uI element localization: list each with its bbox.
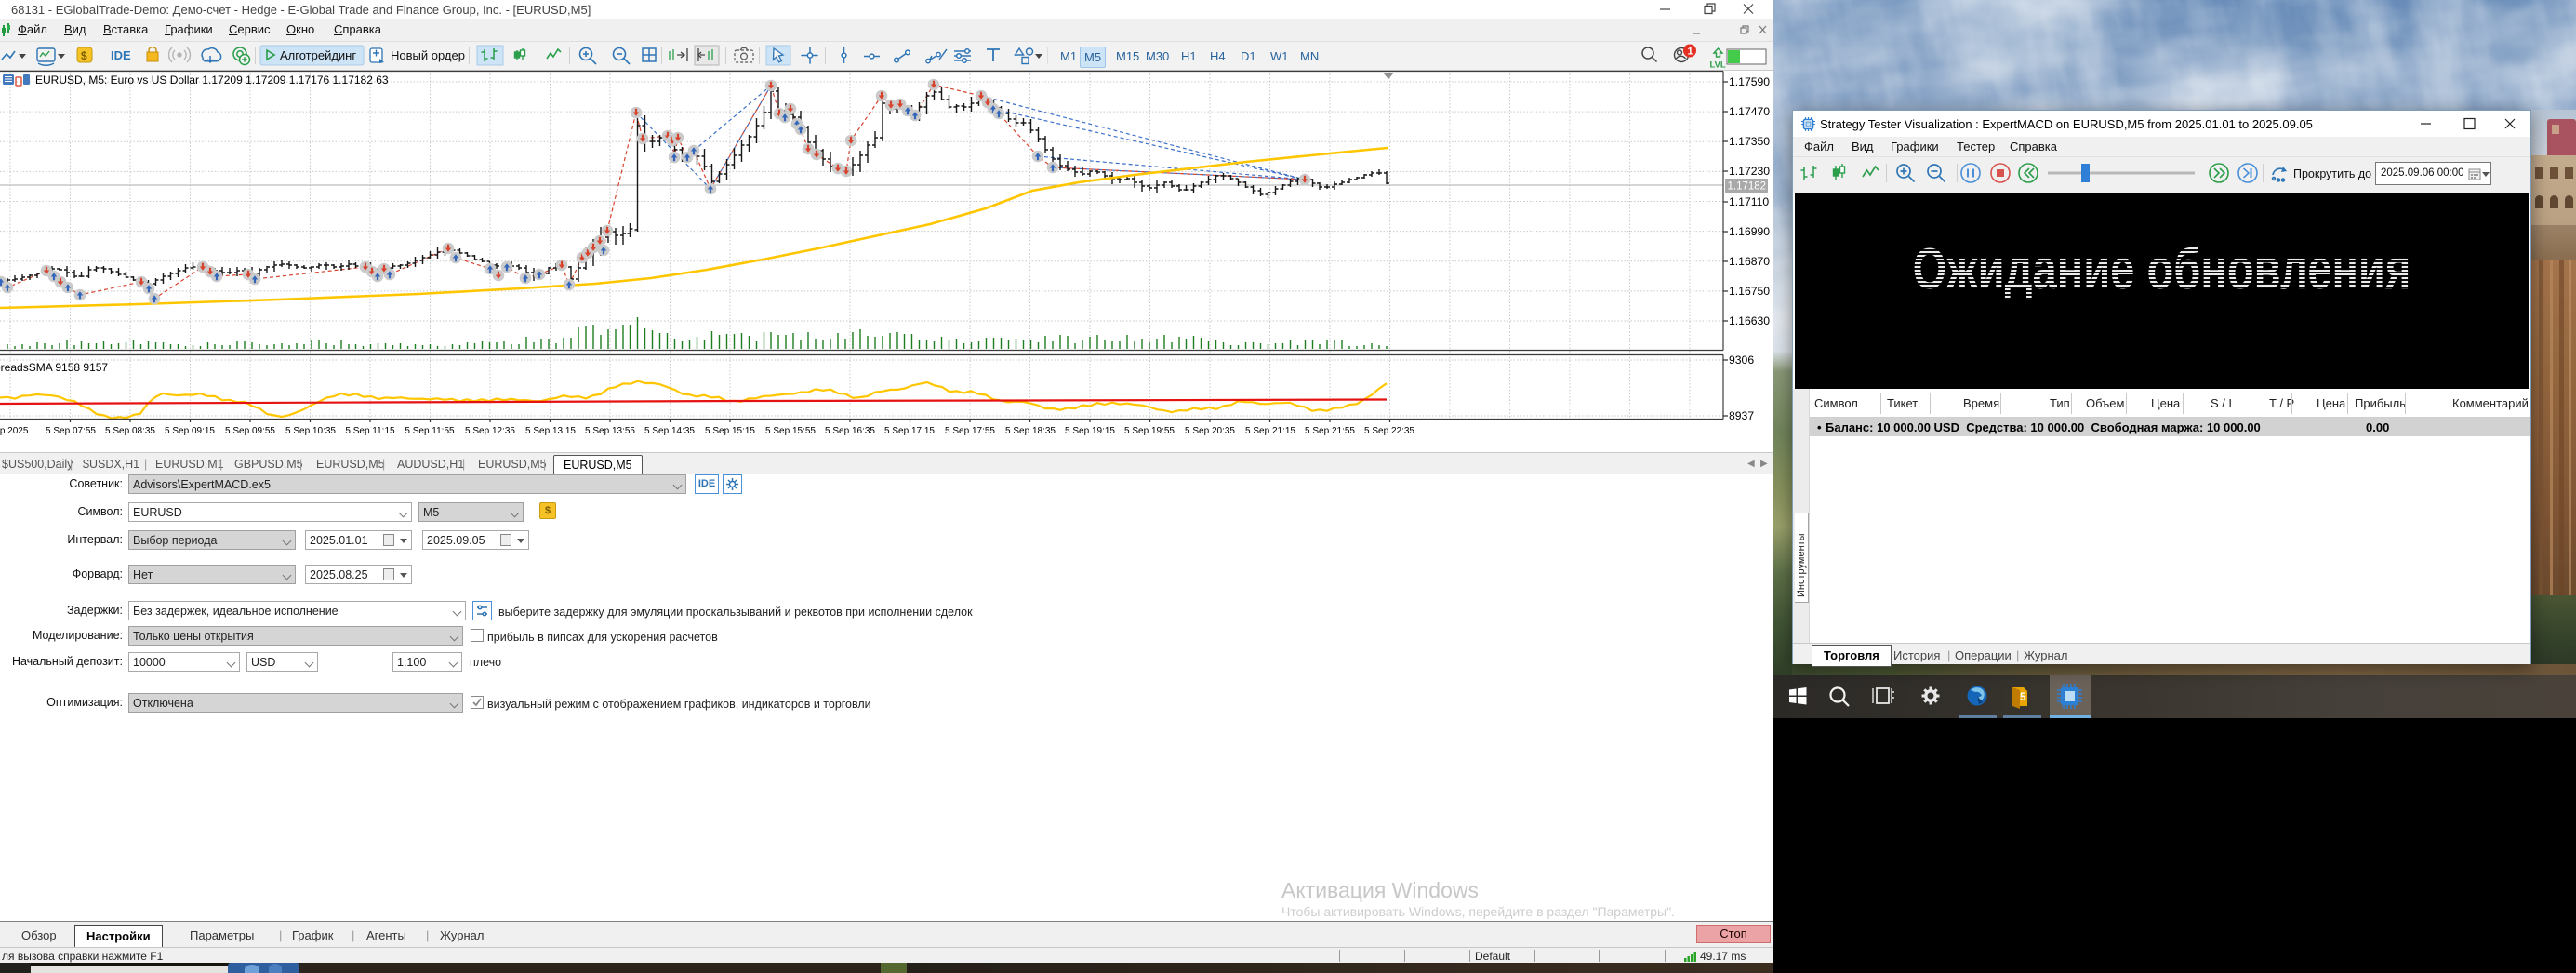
svg-text:1.16750: 1.16750: [1729, 285, 1770, 298]
svg-text:5 Sep 22:35: 5 Sep 22:35: [1364, 426, 1414, 436]
svg-text:8937: 8937: [1729, 409, 1754, 422]
svg-text:$: $: [81, 49, 87, 62]
svg-text:5 Sep 13:15: 5 Sep 13:15: [525, 426, 576, 436]
svg-text:5 Sep 17:55: 5 Sep 17:55: [945, 426, 995, 436]
svg-text:5 Sep 16:35: 5 Sep 16:35: [825, 426, 875, 436]
svg-text:5: 5: [2020, 690, 2026, 703]
svg-text:Sep 2025: Sep 2025: [0, 426, 29, 436]
svg-text:1.17350: 1.17350: [1729, 135, 1770, 148]
svg-text:1.16990: 1.16990: [1729, 225, 1770, 238]
svg-text:1.17230: 1.17230: [1729, 165, 1770, 178]
svg-text:1: 1: [1688, 47, 1693, 58]
svg-text:1.17590: 1.17590: [1729, 75, 1770, 88]
svg-text:1.16630: 1.16630: [1729, 314, 1770, 327]
svg-text:5 Sep 17:15: 5 Sep 17:15: [884, 426, 935, 436]
svg-text:Алготрейдинг: Алготрейдинг: [280, 48, 356, 62]
svg-text:Новый ордер: Новый ордер: [391, 48, 465, 62]
svg-text:9306: 9306: [1729, 353, 1754, 367]
svg-text:5 Sep 18:35: 5 Sep 18:35: [1005, 426, 1056, 436]
svg-text:preadsSMA 9158 9157: preadsSMA 9158 9157: [0, 361, 108, 374]
svg-text:5 Sep 21:15: 5 Sep 21:15: [1245, 426, 1295, 436]
svg-text:5 Sep 12:35: 5 Sep 12:35: [465, 426, 515, 436]
svg-text:5 Sep 15:15: 5 Sep 15:15: [705, 426, 755, 436]
svg-text:5 Sep 19:55: 5 Sep 19:55: [1124, 426, 1175, 436]
svg-text:5 Sep 10:35: 5 Sep 10:35: [285, 426, 336, 436]
svg-text:5 Sep 13:55: 5 Sep 13:55: [585, 426, 635, 436]
svg-text:1.16870: 1.16870: [1729, 255, 1770, 268]
svg-text:5 Sep 11:15: 5 Sep 11:15: [345, 426, 395, 436]
svg-text:5 Sep 08:35: 5 Sep 08:35: [105, 426, 155, 436]
svg-text:5 Sep 21:55: 5 Sep 21:55: [1305, 426, 1355, 436]
svg-text:IDE: IDE: [111, 48, 131, 62]
svg-text:5 Sep 09:55: 5 Sep 09:55: [225, 426, 275, 436]
svg-text:1.17470: 1.17470: [1729, 105, 1770, 118]
svg-text:5 Sep 14:35: 5 Sep 14:35: [644, 426, 695, 436]
svg-text:1.17110: 1.17110: [1729, 195, 1769, 208]
svg-text:EURUSD, M5: Euro vs US Dollar: EURUSD, M5: Euro vs US Dollar 1.17209 1.…: [35, 73, 389, 87]
svg-text:5 Sep 11:55: 5 Sep 11:55: [405, 426, 455, 436]
svg-text:5 Sep 15:55: 5 Sep 15:55: [765, 426, 816, 436]
svg-text:5 Sep 19:15: 5 Sep 19:15: [1065, 426, 1115, 436]
svg-text:5 Sep 07:55: 5 Sep 07:55: [46, 426, 96, 436]
svg-text:5 Sep 09:15: 5 Sep 09:15: [165, 426, 215, 436]
svg-text:5 Sep 20:35: 5 Sep 20:35: [1185, 426, 1235, 436]
svg-text:1.17182: 1.17182: [1728, 181, 1767, 193]
